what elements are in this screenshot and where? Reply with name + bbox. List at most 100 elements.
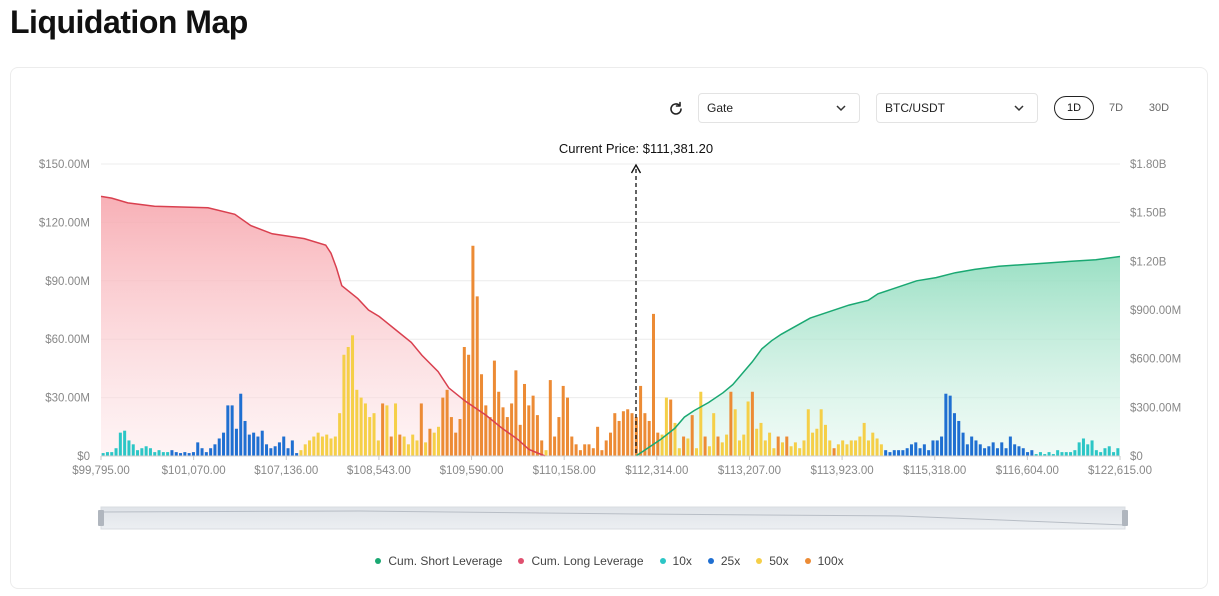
liquidation-bar [591,448,595,456]
liquidation-bar [677,448,681,456]
liquidation-bar [1004,448,1008,456]
legend-label: Cum. Long Leverage [531,554,644,568]
liquidation-bar [1021,448,1025,456]
liquidation-bar [385,405,389,456]
liquidation-bar [1077,442,1081,456]
liquidation-bar [148,448,152,456]
y-right-tick-label: $1.20B [1130,256,1167,268]
x-tick-label: $116,604.00 [996,465,1059,477]
liquidation-bar [213,444,217,456]
liquidation-bar [363,403,367,456]
y-right-tick-label: $1.80B [1130,159,1167,171]
liquidation-bar [991,442,995,456]
liquidation-bar [110,452,114,456]
x-tick-label: $122,615.00 [1088,465,1152,477]
liquidation-bar [488,417,492,456]
liquidation-bar [209,448,213,456]
liquidation-bar [806,409,810,456]
liquidation-bar [789,446,793,456]
range-slider[interactable] [98,506,1128,530]
liquidation-bar [415,440,419,456]
liquidation-bar [1073,450,1077,456]
liquidation-bar [458,419,462,456]
legend-item-cum-short[interactable]: Cum. Short Leverage [375,554,502,568]
liquidation-bar [772,448,776,456]
liquidation-bar [948,395,952,456]
liquidation-bar [1086,444,1090,456]
liquidation-bar [131,444,135,456]
liquidation-bar [927,450,931,456]
liquidation-bar [613,413,617,456]
legend-item-50x[interactable]: 50x [756,554,789,568]
liquidation-bar [694,448,698,456]
liquidation-bar [136,450,140,456]
range-slider-right-handle[interactable] [1122,510,1128,526]
liquidation-bar [604,440,608,456]
liquidation-bar [226,405,230,456]
liquidation-bar [308,440,312,456]
liquidation-bar [703,436,707,456]
y-left-tick-label: $30.00M [45,393,90,405]
liquidation-bar [127,440,131,456]
liquidation-bar [935,440,939,456]
legend-label: 25x [720,554,741,568]
liquidation-bar [346,346,350,456]
liquidation-bar [359,397,363,456]
x-tick-label: $113,207.00 [718,465,781,477]
liquidation-bar [265,444,269,456]
liquidation-bar [557,417,561,456]
liquidation-bar [712,413,716,456]
liquidation-bar [1056,450,1060,456]
liquidation-bar [303,444,307,456]
liquidation-bar [561,385,565,456]
liquidation-bar [686,438,690,456]
liquidation-bar [621,411,625,456]
liquidation-bar [535,415,539,456]
legend-item-10x[interactable]: 10x [659,554,692,568]
liquidation-bar [329,438,333,456]
y-right-tick-label: $600.00M [1130,354,1181,366]
liquidation-bar [905,448,909,456]
liquidation-bar [651,313,655,456]
legend-dot-icon [518,558,525,564]
liquidation-bar [845,444,849,456]
liquidation-bar [398,434,402,456]
liquidation-bar [355,389,359,456]
liquidation-bar [411,434,415,456]
liquidation-bar [952,413,956,456]
liquidation-bar [1107,446,1111,456]
liquidation-bar [118,432,122,456]
liquidation-bar [957,420,961,456]
liquidation-bar [940,436,944,456]
legend-item-100x[interactable]: 100x [804,554,844,568]
range-slider-left-handle[interactable] [98,510,104,526]
liquidation-bar [402,436,406,456]
liquidation-bar [901,450,905,456]
liquidation-bar [931,440,935,456]
liquidation-bar [776,436,780,456]
liquidation-bar [849,440,853,456]
liquidation-bar [394,403,398,456]
liquidation-bar [389,436,393,456]
liquidation-bar [471,245,475,456]
legend-dot-icon [804,558,811,564]
liquidation-bar [166,452,170,456]
liquidation-bar [566,397,570,456]
liquidation-bar [325,434,329,456]
liquidation-bar [768,432,772,456]
legend-dot-icon [756,558,763,564]
liquidation-bar [256,436,260,456]
liquidation-bar [763,440,767,456]
liquidation-bar [230,405,234,456]
liquidation-bar [484,405,488,456]
liquidation-bar [600,450,604,456]
liquidation-bar [596,426,600,456]
liquidation-bar [161,452,165,456]
liquidation-bar [875,438,879,456]
legend-item-cum-long[interactable]: Cum. Long Leverage [518,554,644,568]
liquidation-bar [1094,450,1098,456]
legend-item-25x[interactable]: 25x [707,554,741,568]
liquidation-bar [432,432,436,456]
liquidation-bar [243,420,247,456]
liquidation-bar [699,391,703,456]
